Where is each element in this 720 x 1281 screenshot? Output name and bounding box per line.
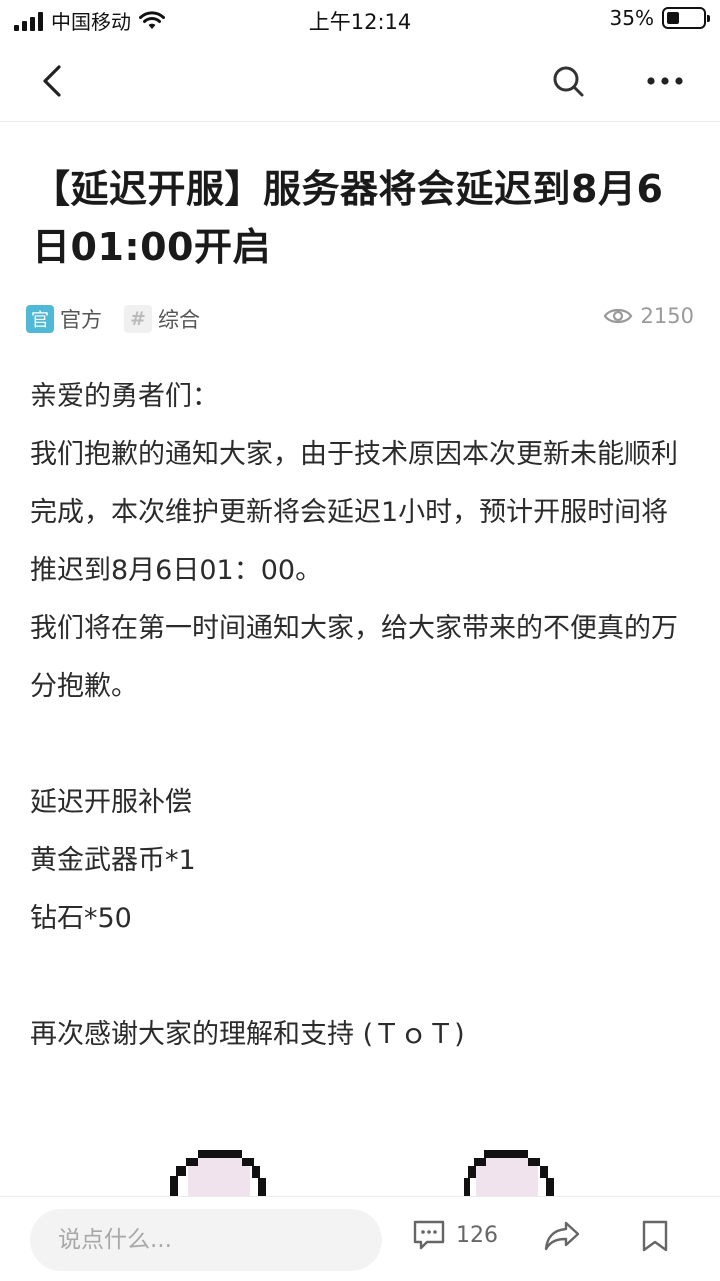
- post-body: 亲爱的勇者们： 我们抱歉的通知大家，由于技术原因本次更新未能顺利完成，本次维护更…: [30, 368, 694, 1064]
- paragraph: 钻石*50: [30, 903, 132, 934]
- battery-fill: [667, 12, 679, 24]
- bottom-bar: 126: [0, 1196, 720, 1281]
- pixel-face-left-image: [170, 1150, 266, 1200]
- tag-general[interactable]: # 综合: [124, 304, 200, 334]
- view-count: 2150: [603, 304, 694, 328]
- paragraph-blank: [30, 716, 694, 774]
- search-icon: [553, 66, 584, 97]
- tag-official[interactable]: 官 官方: [26, 304, 102, 334]
- view-count-value: 2150: [640, 304, 694, 328]
- share-button[interactable]: [542, 1219, 582, 1253]
- paragraph: 再次感谢大家的理解和支持 (ＴｏＴ): [30, 1019, 465, 1050]
- comment-input[interactable]: [30, 1209, 382, 1271]
- share-icon: [544, 1221, 580, 1251]
- paragraph: 延迟开服补偿: [30, 787, 192, 818]
- comment-count: 126: [456, 1222, 498, 1248]
- bookmark-button[interactable]: [640, 1219, 670, 1253]
- chevron-left-icon: [43, 65, 61, 97]
- battery-icon: [662, 7, 710, 29]
- pixel-face-right-image: [464, 1150, 554, 1200]
- screen: 中国移动 上午12:14 35% 【延迟开服】服务器将会延迟到8月6日01:00…: [0, 0, 720, 1281]
- eye-icon: [603, 308, 632, 324]
- back-button[interactable]: [30, 58, 76, 104]
- post-title: 【延迟开服】服务器将会延迟到8月6日01:00开启: [32, 167, 664, 269]
- paragraph: 亲爱的勇者们：: [30, 381, 219, 412]
- official-badge-icon: 官: [26, 305, 54, 333]
- post-meta: 官 官方 # 综合 2150: [26, 304, 694, 338]
- paragraph: 我们抱歉的通知大家，由于技术原因本次更新未能顺利完成，本次维护更新将会延迟1小时…: [30, 439, 678, 586]
- nav-bar: [0, 40, 720, 122]
- paragraph: 我们将在第一时间通知大家，给大家带来的不便真的万分抱歉。: [30, 613, 678, 702]
- paragraph: 黄金武器币*1: [30, 845, 196, 876]
- bookmark-icon: [642, 1220, 668, 1252]
- tag-general-label: 综合: [158, 308, 200, 332]
- status-bar: 中国移动 上午12:14 35%: [0, 0, 720, 40]
- battery-percent: 35%: [609, 6, 654, 30]
- paragraph-blank: [30, 948, 694, 1006]
- comment-icon: [413, 1220, 445, 1250]
- more-dots-icon: [647, 77, 683, 85]
- hash-icon: #: [124, 305, 152, 333]
- search-button[interactable]: [545, 58, 591, 104]
- tag-official-label: 官方: [60, 308, 102, 332]
- more-button[interactable]: [642, 58, 688, 104]
- status-right: 35%: [609, 6, 710, 30]
- comment-button[interactable]: 126: [412, 1219, 498, 1251]
